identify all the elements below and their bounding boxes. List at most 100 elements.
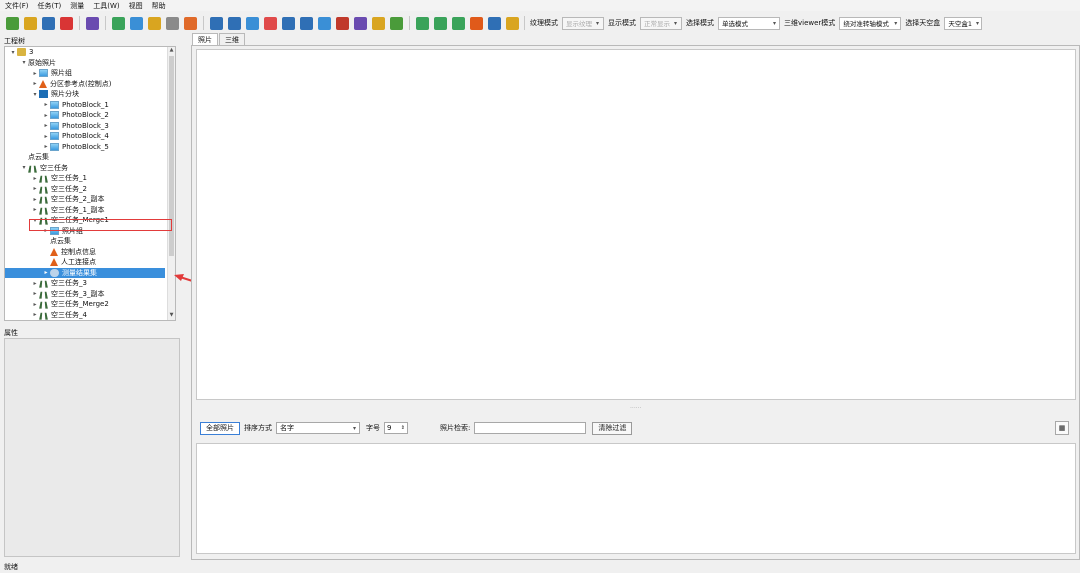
scroll-down-icon[interactable]: ▼ — [168, 312, 175, 320]
menu-task[interactable]: 任务(T) — [38, 1, 62, 11]
chevron-down-icon[interactable]: ▾ — [9, 49, 17, 56]
scroll-up-icon[interactable]: ▲ — [168, 47, 175, 55]
tree-row[interactable]: ▾ 原始照片 — [5, 58, 175, 69]
export-icon[interactable] — [300, 16, 313, 30]
sky-box-combo[interactable]: 天空盒1 ▾ — [944, 16, 983, 30]
tree-row[interactable]: 控制点信息 — [5, 247, 175, 258]
open-folder-icon[interactable] — [24, 16, 37, 30]
text-icon[interactable] — [228, 16, 241, 30]
tree-row[interactable]: ▸ 空三任务_1 — [5, 173, 175, 184]
photo-icon — [50, 142, 59, 151]
chevron-right-icon[interactable]: ▸ — [42, 112, 50, 119]
grid-icon[interactable] — [86, 16, 99, 30]
tree-row[interactable]: 点云集 — [5, 236, 175, 247]
menu-file[interactable]: 文件(F) — [5, 1, 29, 11]
crop-icon[interactable] — [354, 16, 367, 30]
font-size-spinner[interactable]: 9 ⇕ — [384, 422, 408, 434]
chevron-right-icon[interactable]: ▸ — [31, 196, 39, 203]
new-file-icon[interactable] — [6, 16, 19, 30]
sky-box-value: 天空盒1 — [948, 20, 972, 28]
chevron-right-icon[interactable]: ▸ — [42, 101, 50, 108]
tree-row[interactable]: ▸ 照片组 — [5, 68, 175, 79]
tree-row[interactable]: ▾ 照片分块 — [5, 89, 175, 100]
check-icon[interactable] — [452, 16, 465, 30]
palette-icon[interactable] — [336, 16, 349, 30]
camera-icon[interactable] — [282, 16, 295, 30]
chevron-down-icon[interactable]: ▾ — [31, 91, 39, 98]
tree-row[interactable]: ▸ 测量结果集 — [5, 267, 165, 278]
clear-filter-button[interactable]: 清除过滤 — [592, 421, 633, 435]
image-icon[interactable] — [246, 16, 259, 30]
tree-row-label: PhotoBlock_5 — [62, 142, 109, 151]
cube-icon[interactable] — [166, 16, 179, 30]
view3d-mode-combo[interactable]: 绕对准转轴模式 ▾ — [839, 16, 902, 30]
chevron-right-icon[interactable]: ▸ — [31, 280, 39, 287]
save-icon[interactable] — [42, 16, 55, 30]
chevron-right-icon[interactable]: ▸ — [31, 175, 39, 182]
camera-check-icon[interactable] — [434, 16, 447, 30]
tab-3d[interactable]: 三维 — [219, 33, 245, 45]
tree-row[interactable]: ▸ 空三任务_3 — [5, 278, 175, 289]
chevron-right-icon[interactable]: ▸ — [31, 301, 39, 308]
grid-view-button[interactable]: ▦ — [1055, 421, 1069, 435]
tree-row[interactable]: ▾ 3 — [5, 47, 175, 58]
area-icon[interactable] — [148, 16, 161, 30]
layer-icon[interactable] — [318, 16, 331, 30]
menu-help[interactable]: 帮助 — [152, 1, 166, 11]
chevron-down-icon[interactable]: ▾ — [20, 164, 28, 171]
chevron-right-icon[interactable]: ▸ — [42, 133, 50, 140]
display-mode-combo[interactable]: 正常显示 ▾ — [640, 16, 682, 30]
chevron-right-icon[interactable]: ▸ — [31, 290, 39, 297]
tree-row[interactable]: 点云集 — [5, 152, 175, 163]
tree-row[interactable]: ▸ 空三任务_2 — [5, 184, 175, 195]
dot-icon[interactable] — [112, 16, 125, 30]
tree-row[interactable]: ▸ 分区参考点(控制点) — [5, 79, 175, 90]
chevron-right-icon[interactable]: ▸ — [42, 143, 50, 150]
menu-tools[interactable]: 工具(W) — [93, 1, 119, 11]
gear-icon[interactable] — [210, 16, 223, 30]
ruler-icon[interactable] — [130, 16, 143, 30]
chevron-right-icon[interactable]: ▸ — [31, 185, 39, 192]
tree-row[interactable]: ▸ 空三任务_Merge2 — [5, 299, 175, 310]
tree-row[interactable]: ▸ 空三任务_2_副本 — [5, 194, 175, 205]
brush-icon[interactable] — [506, 16, 519, 30]
triangle-icon[interactable] — [390, 16, 403, 30]
tree-row[interactable]: ▸ PhotoBlock_5 — [5, 142, 175, 153]
photo-view-area[interactable] — [196, 49, 1076, 400]
chevron-right-icon[interactable]: ▸ — [31, 80, 39, 87]
menu-view[interactable]: 视图 — [129, 1, 143, 11]
images-icon[interactable] — [264, 16, 277, 30]
tree-row[interactable]: ▸ PhotoBlock_2 — [5, 110, 175, 121]
camera-plus-icon[interactable] — [416, 16, 429, 30]
tree-row[interactable]: ▸ PhotoBlock_1 — [5, 100, 175, 111]
chevron-down-icon[interactable]: ▾ — [20, 59, 28, 66]
chevron-right-icon[interactable]: ▸ — [42, 122, 50, 129]
menu-measure[interactable]: 测量 — [70, 1, 84, 11]
splitter-handle[interactable]: ······ — [630, 405, 641, 412]
tree-row[interactable]: 人工连接点 — [5, 257, 175, 268]
points-icon[interactable] — [488, 16, 501, 30]
search-input[interactable] — [474, 422, 587, 434]
close-icon[interactable] — [60, 16, 73, 30]
tree-row[interactable]: ▸ 空三任务_1_副本 — [5, 205, 175, 216]
chevron-right-icon[interactable]: ▸ — [42, 269, 50, 276]
chevron-right-icon[interactable]: ▸ — [31, 70, 39, 77]
tree-row[interactable]: ▸ 空三任务_3_副本 — [5, 289, 175, 300]
chevron-right-icon[interactable]: ▸ — [31, 311, 39, 318]
texture-mode-combo[interactable]: 显示纹理 ▾ — [562, 16, 604, 30]
tree-row[interactable]: ▾ 空三任务 — [5, 163, 175, 174]
tree-row[interactable]: ▸ 空三任务_4 — [5, 310, 175, 321]
tree-row[interactable]: ▸ PhotoBlock_3 — [5, 121, 175, 132]
thumbnail-area[interactable] — [196, 443, 1076, 554]
sort-combo[interactable]: 名字 ▾ — [276, 422, 360, 434]
select-mode-combo[interactable]: 单选模式 ▾ — [718, 16, 780, 30]
tree-row[interactable]: ▸ PhotoBlock_4 — [5, 131, 175, 142]
photo-icon — [50, 132, 59, 141]
chevron-right-icon[interactable]: ▸ — [31, 206, 39, 213]
warning-icon[interactable] — [470, 16, 483, 30]
project-tree[interactable]: ▾ 3 ▾ 原始照片 ▸ 照片组 ▸ 分区参考点(控制点) ▾ 照片分块 ▸ PhotoBlock_1… — [4, 46, 176, 321]
tab-photos[interactable]: 照片 — [192, 33, 218, 45]
all-photos-button[interactable]: 全部照片 — [200, 421, 240, 435]
scissors-icon[interactable] — [372, 16, 385, 30]
eraser-icon[interactable] — [184, 16, 197, 30]
